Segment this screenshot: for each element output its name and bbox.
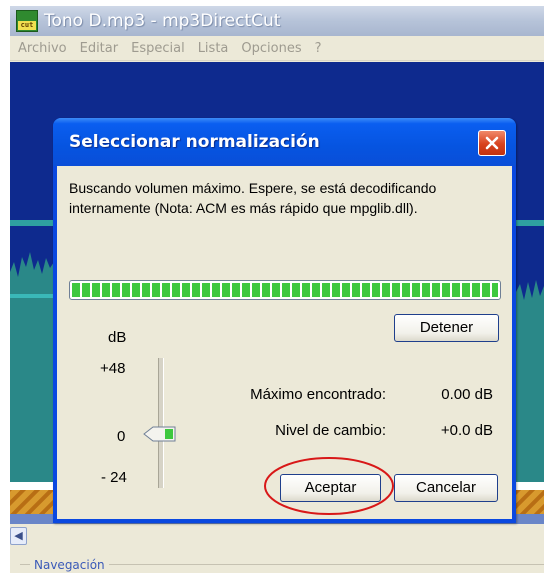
menu-opciones[interactable]: Opciones <box>235 41 308 56</box>
menu-editar[interactable]: Editar <box>74 41 126 56</box>
scale-unit-label: dB <box>108 329 127 346</box>
main-titlebar[interactable]: cut Tono D.mp3 - mp3DirectCut <box>10 6 544 36</box>
menubar: Archivo Editar Especial Lista Opciones ? <box>10 36 544 61</box>
gain-slider-thumb[interactable] <box>143 426 177 442</box>
menu-archivo[interactable]: Archivo <box>10 41 74 56</box>
max-found-label: Máximo encontrado: <box>250 386 386 403</box>
app-icon-text: cut <box>18 21 36 30</box>
progress-bar <box>69 280 501 300</box>
window-title: Tono D.mp3 - mp3DirectCut <box>44 11 281 31</box>
horizontal-scrollbar[interactable]: ◀ <box>10 525 544 545</box>
app-icon: cut <box>16 10 38 32</box>
scale-zero-label: 0 <box>117 428 126 445</box>
progress-fill <box>72 283 498 297</box>
close-icon <box>485 136 499 150</box>
scroll-left-arrow-icon[interactable]: ◀ <box>10 527 27 545</box>
scale-max-label: +48 <box>100 360 126 377</box>
annotation-circle <box>264 457 394 515</box>
dialog-message: Buscando volumen máximo. Espere, se está… <box>69 180 437 216</box>
dialog-body: Buscando volumen máximo. Espere, se está… <box>57 166 512 519</box>
close-button[interactable] <box>478 130 506 156</box>
gain-slider-track[interactable] <box>158 358 164 488</box>
navigation-group: Navegación <box>10 546 544 573</box>
scale-min-label: - 24 <box>101 469 127 486</box>
change-level-value: +0.0 dB <box>440 422 493 439</box>
menu-help[interactable]: ? <box>309 41 329 56</box>
dialog-titlebar[interactable]: Seleccionar normalización <box>53 118 516 166</box>
cancel-button[interactable]: Cancelar <box>394 474 498 502</box>
menu-lista[interactable]: Lista <box>192 41 236 56</box>
navigation-label: Navegación <box>30 558 109 572</box>
normalization-dialog: Seleccionar normalización Buscando volum… <box>53 118 516 523</box>
menu-especial[interactable]: Especial <box>125 41 192 56</box>
dialog-title: Seleccionar normalización <box>69 132 320 152</box>
max-found-value: 0.00 dB <box>441 386 493 403</box>
stop-button[interactable]: Detener <box>394 314 499 342</box>
change-level-label: Nivel de cambio: <box>275 422 386 439</box>
